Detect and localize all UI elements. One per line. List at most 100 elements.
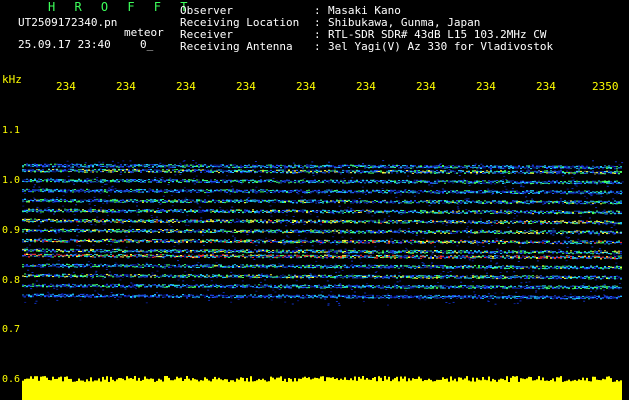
band-pixel: [534, 180, 536, 182]
band-pixel: [260, 189, 262, 191]
band-pixel: [388, 167, 390, 169]
band-pixel: [296, 201, 298, 203]
band-pixel: [70, 180, 72, 182]
noise-pixel: [33, 197, 35, 199]
band-pixel: [554, 181, 556, 183]
band-pixel: [182, 179, 184, 181]
band-pixel: [618, 168, 620, 169]
noise-pixel: [255, 244, 258, 246]
band-pixel: [362, 166, 364, 167]
band-pixel: [158, 165, 160, 167]
band-pixel: [448, 167, 450, 168]
band-pixel: [46, 171, 48, 172]
band-pixel: [162, 191, 164, 193]
band-pixel: [124, 169, 126, 171]
band-pixel: [98, 201, 100, 202]
band-pixel: [426, 181, 428, 183]
noise-pixel: [387, 304, 389, 306]
band-pixel: [320, 181, 322, 183]
band-pixel: [520, 172, 522, 174]
noise-pixel: [439, 273, 442, 275]
band-pixel: [316, 190, 318, 191]
band-pixel: [456, 191, 458, 192]
band-pixel: [34, 199, 36, 201]
band-pixel: [334, 169, 336, 171]
band-pixel: [76, 166, 78, 168]
band-pixel: [334, 171, 336, 173]
band-pixel: [258, 182, 260, 183]
band-pixel: [120, 171, 122, 173]
band-pixel: [402, 171, 404, 173]
band-pixel: [536, 190, 538, 192]
band-pixel: [150, 166, 152, 168]
band-pixel: [592, 172, 594, 173]
band-pixel: [468, 190, 470, 192]
band-pixel: [592, 165, 594, 167]
band-pixel: [100, 166, 102, 168]
noise-pixel: [129, 226, 132, 228]
band-pixel: [204, 190, 206, 192]
noise-pixel: [426, 168, 429, 170]
time-tick-label: 234: [296, 80, 316, 93]
band-pixel: [84, 166, 86, 168]
noise-pixel: [319, 243, 322, 245]
noise-pixel: [300, 196, 303, 198]
band-pixel: [538, 180, 540, 182]
band-pixel: [58, 181, 60, 183]
noise-pixel: [343, 178, 346, 180]
band-pixel: [238, 169, 240, 171]
band-pixel: [302, 199, 304, 201]
band-pixel: [184, 200, 186, 202]
band-pixel: [324, 166, 326, 167]
band-pixel: [190, 202, 192, 203]
band-pixel: [186, 164, 188, 166]
band-pixel: [206, 171, 208, 172]
band-pixel: [530, 166, 532, 167]
band-pixel: [230, 181, 232, 183]
band-pixel: [274, 199, 276, 201]
band-pixel: [512, 193, 514, 195]
band-pixel: [228, 189, 230, 191]
band-pixel: [96, 171, 98, 173]
band-pixel: [56, 170, 58, 172]
band-pixel: [318, 171, 320, 173]
noise-pixel: [566, 246, 569, 248]
band-pixel: [262, 191, 264, 193]
band-pixel: [32, 189, 34, 191]
band-pixel: [510, 172, 512, 174]
band-pixel: [260, 191, 262, 193]
band-pixel: [258, 180, 260, 181]
noise-pixel: [309, 273, 312, 275]
band-pixel: [48, 171, 50, 173]
band-pixel: [340, 179, 342, 181]
band-pixel: [332, 165, 334, 167]
band-pixel: [60, 164, 62, 166]
band-pixel: [226, 165, 228, 166]
band-pixel: [422, 167, 424, 169]
band-pixel: [168, 182, 170, 183]
band-pixel: [82, 170, 84, 172]
band-pixel: [254, 201, 256, 203]
band-pixel: [464, 180, 466, 182]
band-pixel: [200, 201, 202, 203]
band-pixel: [526, 167, 528, 169]
band-pixel: [556, 171, 558, 173]
band-pixel: [186, 170, 188, 172]
band-pixel: [456, 167, 458, 169]
band-pixel: [92, 166, 94, 168]
band-pixel: [104, 189, 106, 191]
noise-pixel: [460, 281, 463, 283]
band-pixel: [208, 190, 210, 192]
band-pixel: [570, 191, 572, 193]
band-pixel: [22, 189, 24, 191]
band-pixel: [462, 166, 464, 168]
band-pixel: [230, 170, 232, 172]
band-pixel: [362, 171, 364, 173]
band-pixel: [552, 182, 554, 184]
band-pixel: [366, 181, 368, 183]
band-pixel: [450, 171, 452, 173]
band-pixel: [414, 165, 416, 167]
band-pixel: [604, 171, 606, 172]
band-pixel: [40, 179, 42, 181]
band-pixel: [338, 171, 340, 173]
